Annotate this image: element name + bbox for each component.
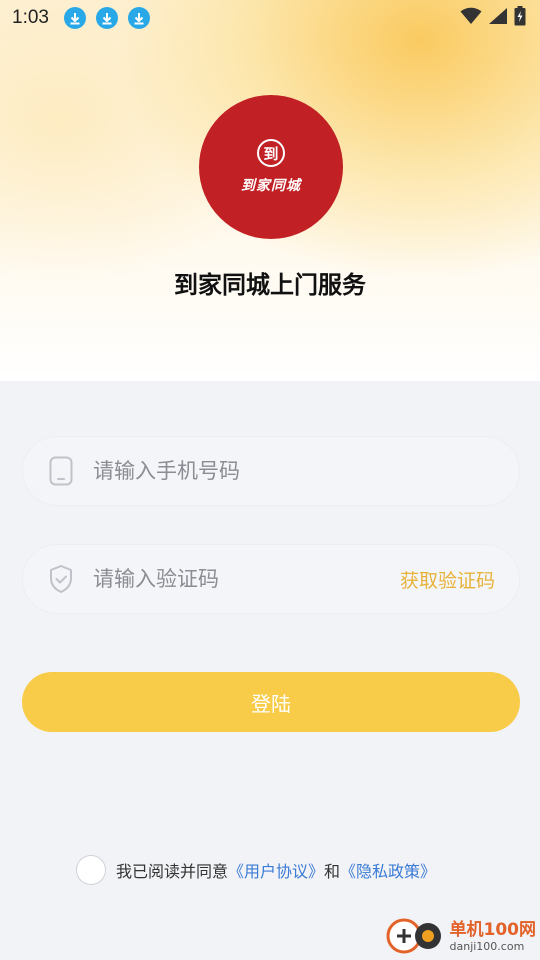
code-input[interactable]	[93, 567, 400, 591]
watermark-sub: danji100.com	[449, 939, 525, 953]
logo-mark: 到	[257, 139, 285, 167]
agreement-conjunction: 和	[324, 862, 341, 881]
download-icon	[63, 7, 86, 29]
app-title: 到家同城上门服务	[174, 271, 366, 299]
shield-icon	[47, 564, 75, 594]
agreement-row: 我已阅读并同意 《用户协议》 和 《隐私政策》	[76, 854, 436, 886]
wifi-icon	[460, 7, 482, 29]
login-button[interactable]: 登陆	[22, 672, 520, 732]
phone-input[interactable]	[93, 459, 495, 483]
agreement-prefix: 我已阅读并同意	[116, 862, 229, 881]
status-time: 1:03	[12, 7, 49, 28]
status-bar: 1:03	[0, 0, 540, 36]
watermark-logo-icon	[384, 914, 446, 958]
signal-icon	[488, 7, 508, 29]
watermark-main: 单机100网	[449, 919, 537, 940]
phone-field[interactable]	[22, 436, 520, 506]
logo-text: 到家同城	[241, 178, 301, 194]
battery-icon	[514, 6, 526, 30]
phone-icon	[47, 456, 75, 486]
code-field[interactable]: 获取验证码	[22, 544, 520, 614]
app-logo: 到 到家同城	[199, 95, 343, 239]
watermark: 单机100网 danji100.com	[384, 914, 537, 958]
user-agreement-link[interactable]: 《用户协议》	[228, 858, 324, 882]
download-icon	[127, 7, 150, 29]
privacy-policy-link[interactable]: 《隐私政策》	[340, 858, 436, 882]
get-code-button[interactable]: 获取验证码	[400, 566, 495, 593]
download-icon	[95, 7, 118, 29]
agreement-checkbox[interactable]	[76, 855, 106, 885]
